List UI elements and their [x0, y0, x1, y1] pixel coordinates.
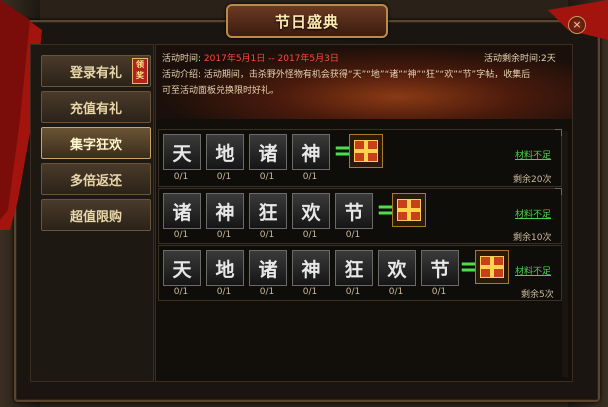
char-count: 0/1 [259, 230, 275, 240]
sidebar: 登录有礼 领奖 充值有礼 集字狂欢 多倍返还 超值限购 [30, 44, 154, 382]
intro-label: 活动介绍: [162, 70, 202, 80]
char-tile: 诸 [249, 134, 287, 170]
char-tile: 神 [206, 193, 244, 229]
intro-text-1: 活动期间，击杀野外怪物有机会获得“天”“地”“诸”“神”“狂”“欢”“节”字帖，… [203, 70, 531, 80]
char-count: 0/1 [216, 287, 232, 297]
char-count: 0/1 [216, 172, 232, 182]
char-tile: 欢 [378, 250, 416, 286]
time-line: 活动时间: 2017年5月1日 -- 2017年5月3日 [162, 51, 339, 64]
char-count: 0/1 [216, 230, 232, 240]
remaining-value: 2天 [541, 54, 556, 64]
tab-label: 登录有礼 [69, 65, 122, 81]
char-count: 0/1 [388, 287, 404, 297]
char-tile: 神 [292, 134, 330, 170]
char-tile: 节 [421, 250, 459, 286]
char-tile: 狂 [249, 193, 287, 229]
row-corner [555, 188, 562, 195]
char-count: 0/1 [173, 230, 189, 240]
char-tile: 节 [335, 193, 373, 229]
char-tile: 诸 [163, 193, 201, 229]
char-count: 0/1 [259, 287, 275, 297]
remaining-count: 剩余20次 [513, 175, 552, 185]
char-count: 0/1 [345, 287, 361, 297]
remaining-time: 活动剩余时间:2天 [484, 51, 556, 64]
tab-multi-return[interactable]: 多倍返还 [41, 163, 151, 195]
remaining-count: 剩余5次 [521, 290, 554, 300]
time-label: 活动时间: [162, 54, 202, 64]
gift-box-icon[interactable] [475, 250, 509, 284]
char-count: 0/1 [345, 230, 361, 240]
tab-recharge-gift[interactable]: 充值有礼 [41, 91, 151, 123]
char-tile: 诸 [249, 250, 287, 286]
window-title: 节日盛典 [274, 12, 339, 31]
tab-limited-purchase[interactable]: 超值限购 [41, 199, 151, 231]
gift-box-icon[interactable] [349, 134, 383, 168]
insufficient-materials-link[interactable]: 材料不足 [515, 264, 551, 277]
char-count: 0/1 [302, 172, 318, 182]
event-banner: 活动时间: 2017年5月1日 -- 2017年5月3日 活动剩余时间:2天 活… [156, 45, 572, 119]
char-count: 0/1 [302, 230, 318, 240]
char-tile: 神 [292, 250, 330, 286]
char-tile: 天 [163, 250, 201, 286]
main-panel: 活动时间: 2017年5月1日 -- 2017年5月3日 活动剩余时间:2天 活… [155, 44, 573, 382]
insufficient-materials-link[interactable]: 材料不足 [515, 207, 551, 220]
char-count: 0/1 [259, 172, 275, 182]
exchange-row: 天 地 诸 神 0/1 0/1 0/1 0/1 = 材料不足 剩余20次 [158, 129, 562, 187]
intro-line-1: 活动介绍: 活动期间，击杀野外怪物有机会获得“天”“地”“诸”“神”“狂”“欢”… [162, 67, 530, 80]
remaining-count: 剩余10次 [513, 233, 552, 243]
tab-login-gift[interactable]: 登录有礼 领奖 [41, 55, 151, 87]
tab-label: 充值有礼 [69, 101, 122, 117]
char-tile: 天 [163, 134, 201, 170]
scrollbar[interactable] [562, 131, 568, 377]
tab-label: 超值限购 [69, 209, 122, 225]
char-count: 0/1 [173, 172, 189, 182]
insufficient-materials-link[interactable]: 材料不足 [515, 148, 551, 161]
close-icon[interactable]: × [568, 16, 586, 34]
gift-box-icon[interactable] [392, 193, 426, 227]
tab-label: 多倍返还 [69, 173, 122, 189]
exchange-row: 天 地 诸 神 狂 欢 节 0/1 0/1 0/1 0/1 0/1 0/1 0/… [158, 245, 562, 301]
reward-badge: 领奖 [132, 58, 148, 84]
tab-label: 集字狂欢 [69, 137, 122, 153]
exchange-row: 诸 神 狂 欢 节 0/1 0/1 0/1 0/1 0/1 = 材料不足 剩余1… [158, 188, 562, 244]
remaining-label: 活动剩余时间: [484, 54, 542, 64]
row-corner [555, 129, 562, 136]
char-tile: 地 [206, 134, 244, 170]
char-count: 0/1 [302, 287, 318, 297]
tab-collect-words[interactable]: 集字狂欢 [41, 127, 151, 159]
char-count: 0/1 [431, 287, 447, 297]
window-title-plate: 节日盛典 [226, 4, 388, 38]
char-count: 0/1 [173, 287, 189, 297]
time-value: 2017年5月1日 -- 2017年5月3日 [203, 54, 339, 64]
char-tile: 狂 [335, 250, 373, 286]
intro-text-2: 可至活动面板兑换限时好礼。 [162, 86, 280, 96]
char-tile: 地 [206, 250, 244, 286]
char-tile: 欢 [292, 193, 330, 229]
